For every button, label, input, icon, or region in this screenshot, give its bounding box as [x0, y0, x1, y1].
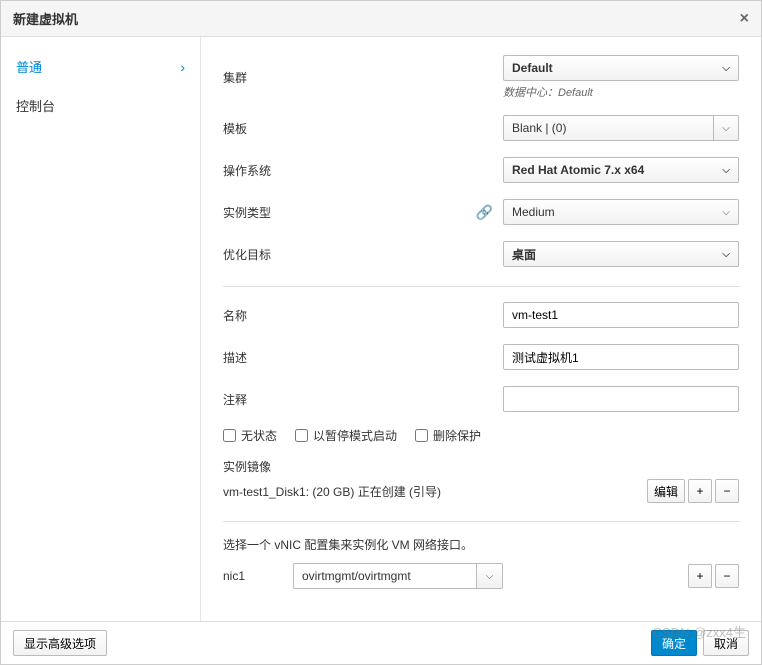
os-label: 操作系统 — [223, 162, 503, 179]
template-label: 模板 — [223, 120, 503, 137]
minus-icon: − — [723, 569, 730, 583]
datacenter-info: 数据中心：Default — [503, 84, 739, 100]
advanced-options-button[interactable]: 显示高级选项 — [13, 630, 107, 656]
chevron-right-icon: › — [180, 59, 185, 75]
sidebar-item-general[interactable]: 普通 › — [1, 47, 200, 86]
desc-input[interactable] — [512, 350, 730, 364]
delete-protect-checkbox-item[interactable]: 删除保护 — [415, 427, 481, 444]
disk-info: vm-test1_Disk1: (20 GB) 正在创建 (引导) — [223, 483, 441, 500]
cancel-button[interactable]: 取消 — [703, 630, 749, 656]
nic-remove-button[interactable]: − — [715, 564, 739, 588]
link-icon: 🔗 — [476, 204, 493, 221]
instance-type-select[interactable]: Medium ⌵ — [503, 199, 739, 225]
stateless-checkbox[interactable] — [223, 429, 236, 442]
checkbox-row: 无状态 以暂停模式启动 删除保护 — [223, 427, 739, 444]
delete-protect-checkbox[interactable] — [415, 429, 428, 442]
minus-icon: − — [723, 484, 730, 498]
dialog-header: 新建虚拟机 × — [1, 1, 761, 37]
desc-input-wrap — [503, 344, 739, 370]
dialog-title: 新建虚拟机 — [13, 9, 78, 28]
close-icon[interactable]: × — [740, 10, 749, 28]
optimize-select[interactable]: 桌面 ⌵ — [503, 241, 739, 267]
nic-description: 选择一个 vNIC 配置集来实例化 VM 网络接口。 — [223, 536, 739, 553]
disk-section: 实例镜像 vm-test1_Disk1: (20 GB) 正在创建 (引导) 编… — [223, 458, 739, 503]
disk-edit-button[interactable]: 编辑 — [647, 479, 685, 503]
name-input-wrap — [503, 302, 739, 328]
nic-label: nic1 — [223, 569, 283, 583]
nic-select[interactable]: ovirtmgmt/ovirtmgmt — [293, 563, 477, 589]
dialog-footer: 显示高级选项 确定 取消 — [1, 621, 761, 664]
form-content: 集群 Default ⌵ 数据中心：Default 模板 Blank | (0) — [201, 37, 761, 621]
chevron-down-icon: ⌵ — [722, 207, 730, 218]
pause-start-checkbox[interactable] — [295, 429, 308, 442]
chevron-down-icon: ⌵ — [486, 571, 494, 582]
sidebar-item-label: 控制台 — [16, 96, 55, 115]
desc-label: 描述 — [223, 349, 503, 366]
divider — [223, 521, 739, 522]
disk-add-button[interactable]: + — [688, 479, 712, 503]
comment-input-wrap — [503, 386, 739, 412]
plus-icon: + — [696, 484, 703, 498]
cluster-select[interactable]: Default ⌵ — [503, 55, 739, 81]
comment-input[interactable] — [512, 392, 730, 406]
chevron-down-icon: ⌵ — [722, 249, 730, 260]
plus-icon: + — [696, 569, 703, 583]
chevron-down-icon: ⌵ — [722, 123, 730, 134]
disk-heading: 实例镜像 — [223, 458, 739, 475]
disk-remove-button[interactable]: − — [715, 479, 739, 503]
new-vm-dialog: 新建虚拟机 × 普通 › 控制台 集群 Default ⌵ 数据中心：Defau — [0, 0, 762, 665]
name-label: 名称 — [223, 307, 503, 324]
os-select[interactable]: Red Hat Atomic 7.x x64 ⌵ — [503, 157, 739, 183]
divider — [223, 286, 739, 287]
name-input[interactable] — [512, 308, 730, 322]
template-select[interactable]: Blank | (0) — [503, 115, 713, 141]
ok-button[interactable]: 确定 — [651, 630, 697, 656]
chevron-down-icon: ⌵ — [722, 63, 730, 74]
sidebar: 普通 › 控制台 — [1, 37, 201, 621]
template-dropdown-button[interactable]: ⌵ — [713, 115, 739, 141]
comment-label: 注释 — [223, 391, 503, 408]
optimize-label: 优化目标 — [223, 246, 503, 263]
chevron-down-icon: ⌵ — [722, 165, 730, 176]
instance-type-label: 实例类型 🔗 — [223, 204, 503, 221]
nic-add-button[interactable]: + — [688, 564, 712, 588]
cluster-label: 集群 — [223, 69, 503, 86]
pause-start-checkbox-item[interactable]: 以暂停模式启动 — [295, 427, 397, 444]
nic-dropdown-button[interactable]: ⌵ — [477, 563, 503, 589]
stateless-checkbox-item[interactable]: 无状态 — [223, 427, 277, 444]
sidebar-item-console[interactable]: 控制台 — [1, 86, 200, 125]
nic-section: 选择一个 vNIC 配置集来实例化 VM 网络接口。 nic1 ovirtmgm… — [223, 536, 739, 589]
sidebar-item-label: 普通 — [16, 57, 42, 76]
